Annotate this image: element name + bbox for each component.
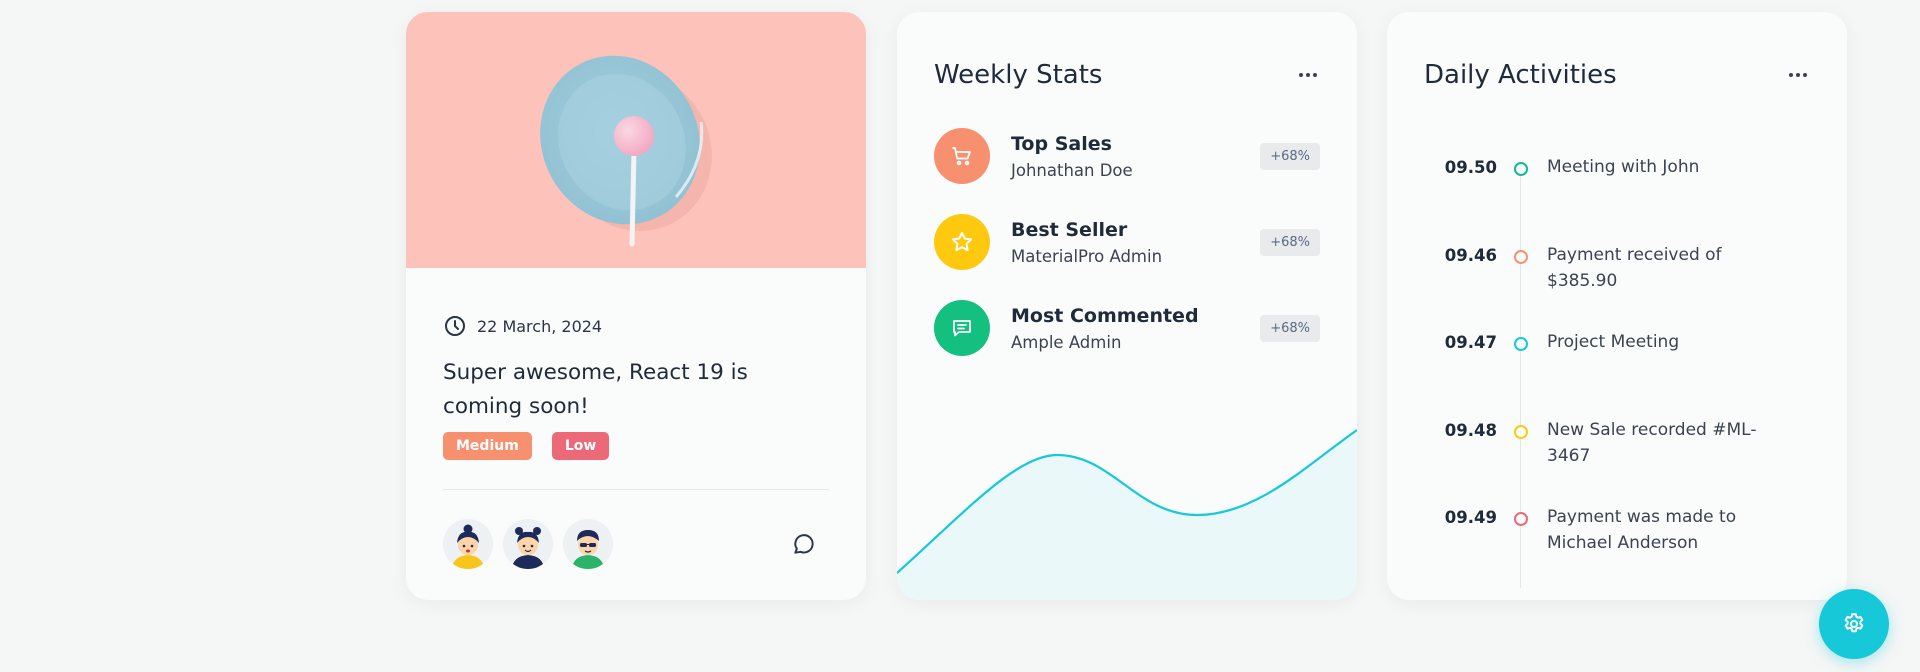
divider (443, 489, 829, 490)
post-title[interactable]: Super awesome, React 19 is coming soon! (443, 356, 829, 424)
timeline-dot (1514, 337, 1528, 351)
timeline-time: 09.47 (1444, 333, 1497, 352)
avatar-group (443, 519, 613, 569)
timeline-text: Meeting with John (1547, 157, 1700, 177)
post-date-text: 22 March, 2024 (477, 316, 603, 336)
stat-title: Top Sales (1011, 132, 1112, 155)
daily-activities-card: Daily Activities 09.50 Meeting with John… (1387, 12, 1847, 600)
tag-medium[interactable]: Medium (443, 432, 532, 460)
area-fill (897, 430, 1357, 600)
stat-badge: +68% (1260, 228, 1320, 256)
avatar[interactable] (443, 519, 493, 569)
avatar[interactable] (563, 519, 613, 569)
settings-button[interactable] (1819, 589, 1889, 659)
comment-icon[interactable] (791, 531, 817, 557)
timeline-text: Payment received of $385.90 (1547, 245, 1722, 291)
post-tags: Medium Low (443, 432, 829, 460)
gear-icon (1844, 613, 1864, 633)
weekly-area-chart (897, 429, 1357, 600)
blog-card[interactable]: 22 March, 2024 Super awesome, React 19 i… (406, 12, 866, 600)
timeline-dot (1514, 512, 1528, 526)
avatar[interactable] (503, 519, 553, 569)
timeline-text: Payment was made to Michael Anderson (1547, 507, 1737, 553)
message-icon (934, 300, 990, 356)
star-icon (934, 214, 990, 270)
tag-low[interactable]: Low (551, 432, 610, 460)
more-options-icon[interactable] (1296, 63, 1320, 87)
stat-title: Best Seller (1011, 218, 1128, 241)
stat-item-best-seller[interactable]: Best Seller MaterialPro Admin +68% (934, 213, 1320, 271)
stat-item-most-commented[interactable]: Most Commented Ample Admin +68% (934, 299, 1320, 357)
stat-subtitle: Ample Admin (1011, 332, 1122, 352)
stats-list: Top Sales Johnathan Doe +68% Best Seller… (897, 127, 1357, 357)
stat-item-top-sales[interactable]: Top Sales Johnathan Doe +68% (934, 127, 1320, 185)
card-title: Weekly Stats (934, 60, 1103, 90)
stat-badge: +68% (1260, 314, 1320, 342)
timeline-text: New Sale recorded #ML-3467 (1547, 420, 1757, 466)
stat-subtitle: Johnathan Doe (1011, 160, 1133, 180)
timeline-time: 09.46 (1444, 246, 1497, 265)
timeline-time: 09.49 (1444, 508, 1497, 527)
more-options-icon[interactable] (1786, 63, 1810, 87)
timeline-time: 09.48 (1444, 421, 1497, 440)
timeline-dot (1514, 250, 1528, 264)
timeline-text: Project Meeting (1547, 332, 1680, 352)
blog-cover-image[interactable] (406, 12, 866, 268)
stat-title: Most Commented (1011, 304, 1199, 327)
post-date: 22 March, 2024 (443, 314, 829, 338)
stat-subtitle: MaterialPro Admin (1011, 246, 1163, 266)
card-title: Daily Activities (1424, 60, 1617, 90)
timeline-time: 09.50 (1444, 158, 1497, 177)
clock-icon (445, 316, 465, 336)
weekly-stats-card: Weekly Stats Top Sales Johnathan Doe +68… (897, 12, 1357, 600)
cart-icon (934, 128, 990, 184)
timeline-dot (1514, 162, 1528, 176)
stat-badge: +68% (1260, 142, 1320, 170)
timeline-dot (1514, 425, 1528, 439)
